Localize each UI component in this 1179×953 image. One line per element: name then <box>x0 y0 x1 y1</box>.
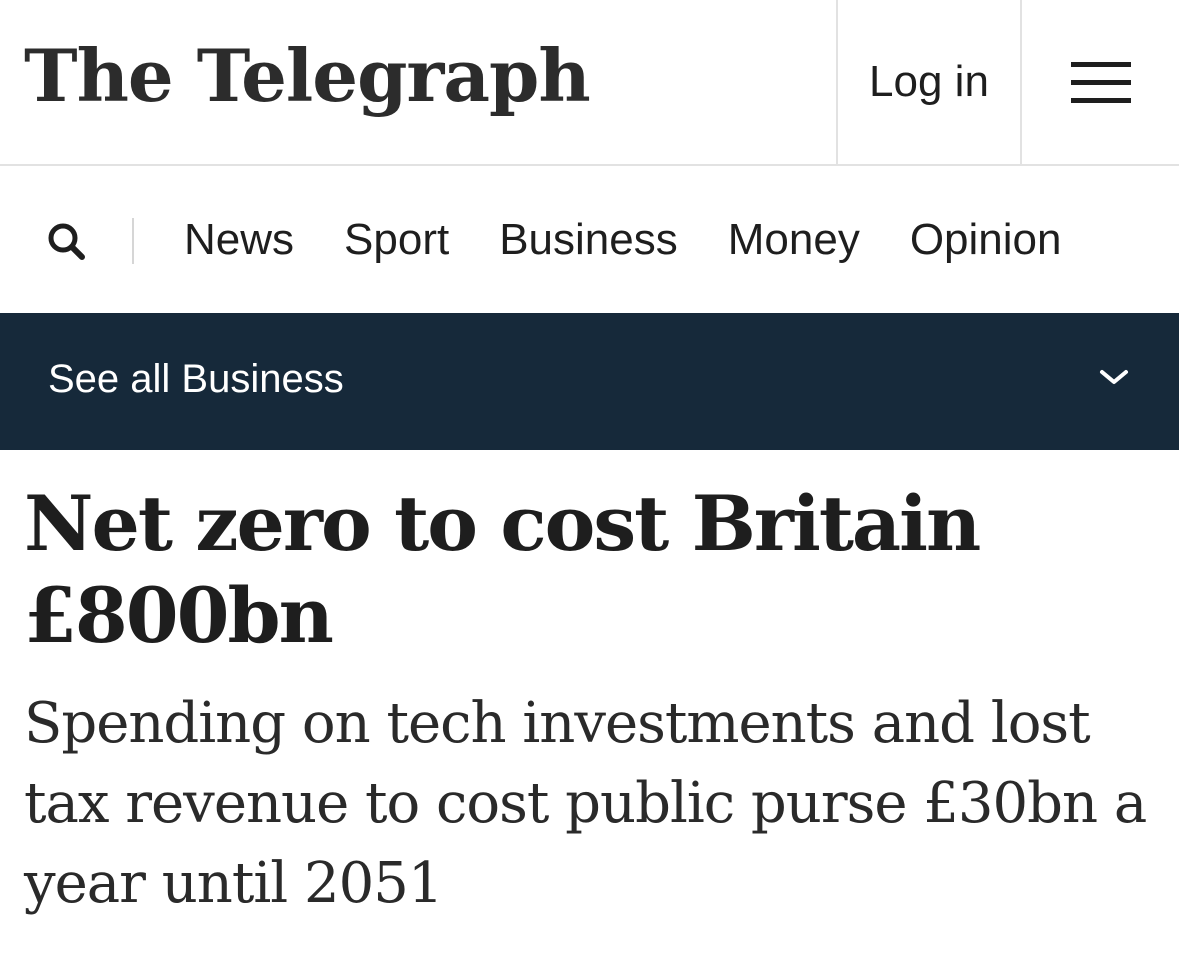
chevron-down-icon <box>1100 370 1128 384</box>
article-standfirst: Spending on tech investments and lost ta… <box>24 691 1147 916</box>
nav-divider <box>132 218 134 264</box>
nav-item-money[interactable]: Money <box>728 215 860 265</box>
nav-item-news[interactable]: News <box>184 215 294 265</box>
nav-item-opinion[interactable]: Opinion <box>910 215 1062 265</box>
article-headline: Net zero to cost Britain £800bn <box>24 479 981 660</box>
menu-button[interactable] <box>1022 0 1179 164</box>
login-button[interactable]: Log in <box>838 0 1020 164</box>
primary-nav: News Sport Business Money Opinion <box>0 166 1179 313</box>
nav-item-business[interactable]: Business <box>499 215 678 265</box>
search-icon[interactable] <box>46 221 86 261</box>
article: Net zero to cost Britain £800bn Spending… <box>0 450 1179 924</box>
section-dropdown-label: See all Business <box>48 357 344 401</box>
telegraph-logo[interactable]: The Telegraph <box>24 26 591 126</box>
section-dropdown[interactable]: See all Business <box>0 313 1179 450</box>
nav-items: News Sport Business Money Opinion <box>184 166 1112 313</box>
nav-item-sport[interactable]: Sport <box>344 215 449 265</box>
site-header: The Telegraph Log in <box>0 0 1179 166</box>
